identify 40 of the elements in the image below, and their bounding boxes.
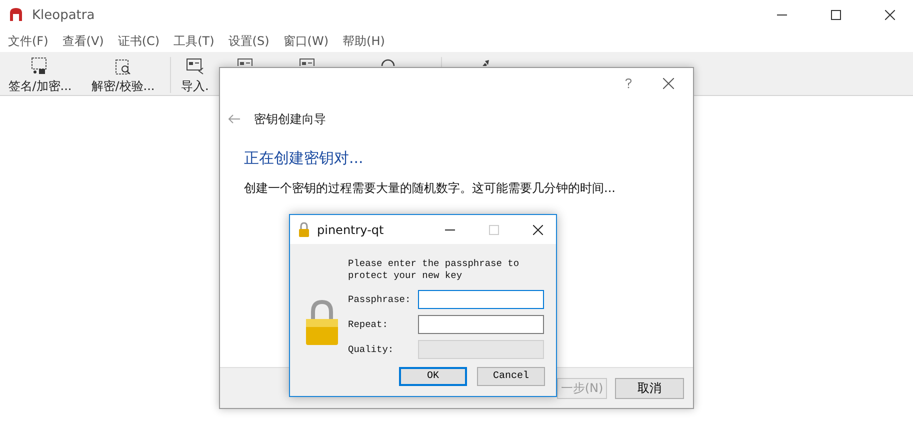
toolbar-button[interactable]: 导入.	[175, 57, 215, 95]
toolbar-button[interactable]: 解密/校验...	[80, 57, 166, 95]
menu-item[interactable]: 帮助(H)	[338, 32, 390, 50]
menu-item[interactable]: 设置(S)	[223, 32, 274, 50]
dialog-title: pinentry-qt	[317, 222, 384, 236]
wizard-title: 密钥创建向导	[254, 110, 326, 128]
app-logo-icon	[8, 7, 24, 23]
field-label: Repeat:	[348, 319, 389, 330]
toolbar-button[interactable]: 签名/加密...	[0, 57, 80, 95]
menu-item[interactable]: 证书(C)	[112, 32, 165, 50]
menu-item[interactable]: 文件(F)	[3, 32, 54, 50]
field-label: Quality:	[348, 344, 395, 355]
close-icon	[532, 224, 542, 234]
repeat-field[interactable]	[418, 315, 544, 334]
help-icon	[624, 78, 632, 88]
cancel-button[interactable]: 取消	[615, 378, 684, 398]
maximize-icon	[831, 10, 841, 20]
close-icon	[885, 10, 895, 20]
padlock-icon	[305, 300, 339, 346]
passphrase-field[interactable]	[418, 290, 544, 309]
padlock-icon	[298, 222, 310, 237]
document-magnifier-icon	[114, 57, 132, 75]
field-label: Passphrase:	[348, 294, 412, 305]
maximize-icon	[488, 224, 498, 234]
menu-item[interactable]: 查看(V)	[57, 32, 109, 50]
ok-button[interactable]: OK	[399, 367, 467, 386]
card-arrow-icon	[186, 57, 204, 75]
menu-item[interactable]: 工具(T)	[168, 32, 220, 50]
id-card-icon[interactable]	[236, 57, 255, 66]
prompt-text: Please enter the passphrase to protect your new key	[348, 258, 520, 282]
cancel-button[interactable]: Cancel	[477, 367, 545, 386]
page-heading: 正在创建密钥对...	[244, 149, 364, 168]
signature-icon	[31, 57, 49, 75]
close-icon	[662, 78, 674, 88]
description-text: 创建一个密钥的过程需要大量的随机数字。这可能需要几分钟的时间...	[244, 180, 616, 197]
back-button[interactable]	[228, 114, 240, 124]
menu-item[interactable]: 窗口(W)	[278, 32, 334, 50]
window-title: Kleopatra	[32, 8, 95, 22]
id-card-icon[interactable]	[298, 57, 317, 66]
back-arrow-icon	[228, 114, 240, 124]
